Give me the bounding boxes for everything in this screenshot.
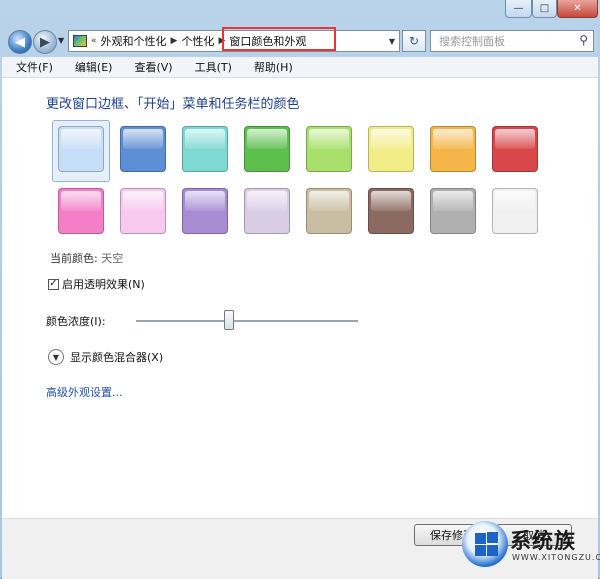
color-swatch[interactable]: [368, 188, 414, 234]
address-dropdown-icon[interactable]: ▼: [389, 37, 395, 46]
chevron-down-icon[interactable]: ▼: [48, 349, 64, 365]
maximize-button[interactable]: □: [532, 0, 557, 18]
forward-arrow-icon[interactable]: ▶: [33, 30, 57, 54]
refresh-icon[interactable]: ↻: [402, 30, 426, 52]
menu-bar: 文件(F) 编辑(E) 查看(V) 工具(T) 帮助(H): [2, 57, 598, 78]
content-panel: 更改窗口边框、「开始」菜单和任务栏的颜色 当前颜色: 天空 ✓ 启用透明效果(N…: [2, 78, 598, 579]
color-swatch[interactable]: [244, 126, 290, 172]
intensity-slider-thumb[interactable]: [224, 310, 235, 330]
color-swatch[interactable]: [244, 188, 290, 234]
color-swatch[interactable]: [58, 188, 104, 234]
show-color-mixer[interactable]: ▼ 显示颜色混合器(X): [48, 349, 163, 365]
mixer-label[interactable]: 显示颜色混合器(X): [70, 349, 163, 365]
color-swatch[interactable]: [120, 126, 166, 172]
menu-file[interactable]: 文件(F): [2, 59, 61, 75]
windows-logo-icon: [462, 521, 508, 567]
color-swatch[interactable]: [430, 188, 476, 234]
search-icon[interactable]: ⚲: [579, 33, 588, 47]
menu-tools[interactable]: 工具(T): [181, 59, 240, 75]
minimize-button[interactable]: —: [505, 0, 532, 18]
address-overflow[interactable]: «: [91, 36, 97, 46]
intensity-label: 颜色浓度(I):: [46, 315, 106, 328]
current-color-label: 当前颜色:: [50, 252, 98, 265]
back-arrow-icon[interactable]: ◀: [8, 30, 32, 54]
color-swatch[interactable]: [492, 126, 538, 172]
color-swatch[interactable]: [306, 126, 352, 172]
close-button[interactable]: ✕: [557, 0, 598, 18]
color-swatch[interactable]: [368, 126, 414, 172]
watermark-brand: 系统族: [510, 529, 576, 553]
search-input[interactable]: 搜索控制面板 ⚲: [430, 30, 594, 52]
control-panel-icon: [73, 35, 87, 47]
color-swatch[interactable]: [182, 126, 228, 172]
highlight-box: [222, 27, 336, 51]
watermark-url: WWW.XITONGZU.COM: [512, 553, 600, 562]
menu-edit[interactable]: 编辑(E): [61, 59, 121, 75]
advanced-appearance-link[interactable]: 高级外观设置...: [46, 384, 123, 400]
window: — □ ✕ ◀ ▶ ▼ « 外观和个性化 ▶ 个性化 ▶ 窗口颜色和外观 ▼ ↻…: [0, 0, 600, 579]
recent-pages-dropdown-icon[interactable]: ▼: [58, 36, 64, 45]
color-swatch[interactable]: [430, 126, 476, 172]
breadcrumb-personalization[interactable]: 个性化: [181, 33, 214, 49]
current-color: 当前颜色: 天空: [50, 250, 123, 266]
page-title: 更改窗口边框、「开始」菜单和任务栏的颜色: [46, 97, 300, 112]
color-swatch[interactable]: [120, 188, 166, 234]
transparency-checkbox[interactable]: ✓: [48, 278, 59, 290]
transparency-label[interactable]: 启用透明效果(N): [62, 276, 145, 292]
transparency-option[interactable]: ✓ 启用透明效果(N): [48, 276, 145, 292]
menu-view[interactable]: 查看(V): [120, 59, 180, 75]
color-swatch[interactable]: [492, 188, 538, 234]
current-color-value: 天空: [101, 252, 124, 265]
color-swatch[interactable]: [182, 188, 228, 234]
color-swatch[interactable]: [58, 126, 104, 172]
breadcrumb-separator-icon[interactable]: ▶: [171, 36, 178, 46]
title-bar: — □ ✕: [0, 0, 600, 26]
color-swatch[interactable]: [306, 188, 352, 234]
menu-help[interactable]: 帮助(H): [240, 59, 301, 75]
intensity-slider-track[interactable]: [136, 320, 358, 323]
navigation-bar: ◀ ▶ ▼ « 外观和个性化 ▶ 个性化 ▶ 窗口颜色和外观 ▼ ↻ 搜索控制面…: [0, 26, 600, 56]
breadcrumb-appearance[interactable]: 外观和个性化: [101, 33, 167, 49]
search-placeholder: 搜索控制面板: [439, 35, 505, 48]
watermark: 系统族 WWW.XITONGZU.COM: [448, 519, 600, 578]
address-bar[interactable]: « 外观和个性化 ▶ 个性化 ▶ 窗口颜色和外观 ▼: [68, 27, 400, 52]
